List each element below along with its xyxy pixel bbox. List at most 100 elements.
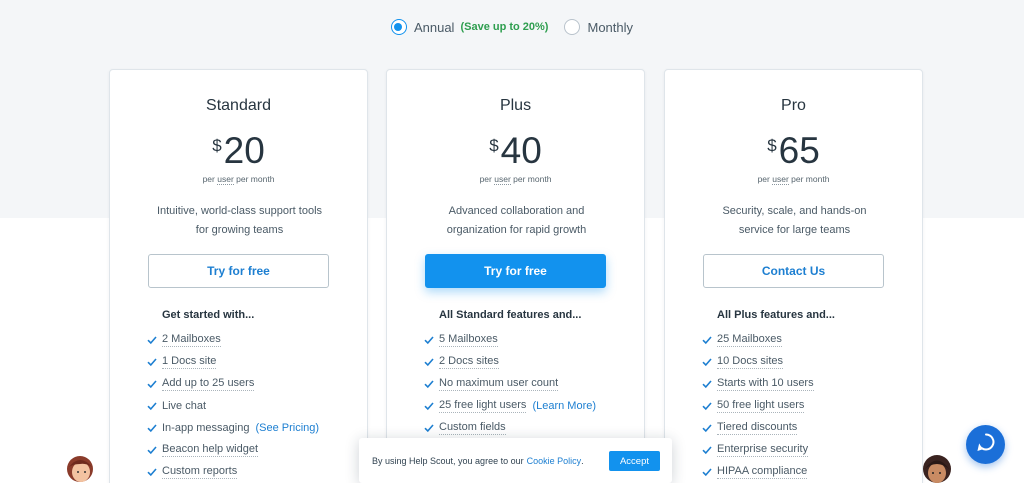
list-item: Tiered discounts bbox=[702, 417, 912, 439]
feature-text[interactable]: 5 Mailboxes bbox=[439, 333, 498, 347]
list-item: 10 Docs sites bbox=[702, 351, 912, 373]
plan-description: Security, scale, and hands-on service fo… bbox=[695, 202, 894, 240]
plan-name: Pro bbox=[781, 97, 806, 114]
feature-text[interactable]: 2 Mailboxes bbox=[162, 333, 221, 347]
check-icon bbox=[147, 467, 157, 477]
accept-button[interactable]: Accept bbox=[609, 451, 660, 471]
per-user-term[interactable]: user bbox=[494, 174, 511, 185]
list-item: Enterprise security bbox=[702, 439, 912, 461]
feature-text[interactable]: 10 Docs sites bbox=[717, 355, 784, 369]
check-icon bbox=[702, 423, 712, 433]
price-amount: 20 bbox=[223, 130, 265, 171]
list-item: In-app messaging (See Pricing) bbox=[147, 417, 357, 439]
try-for-free-button[interactable]: Try for free bbox=[425, 254, 606, 288]
desc-line-2: service for large teams bbox=[738, 224, 851, 236]
per-user-term[interactable]: user bbox=[217, 174, 234, 185]
plan-card-pro: Pro $ 65 per user per month Security, sc… bbox=[664, 69, 923, 483]
check-icon bbox=[147, 401, 157, 411]
features-heading: All Plus features and... bbox=[717, 309, 835, 321]
person-illustration-left bbox=[60, 455, 100, 483]
desc-line-1: Advanced collaboration and bbox=[448, 205, 585, 217]
check-icon bbox=[147, 335, 157, 345]
feature-text[interactable]: 1 Docs site bbox=[162, 355, 217, 369]
monthly-option[interactable]: Monthly bbox=[564, 19, 633, 35]
list-item: Beacon help widget bbox=[147, 439, 357, 461]
features-heading: Get started with... bbox=[162, 309, 255, 321]
price-period: per user per month bbox=[387, 174, 644, 185]
check-icon bbox=[702, 335, 712, 345]
per-prefix: per bbox=[757, 174, 770, 184]
feature-text[interactable]: Tiered discounts bbox=[717, 421, 798, 435]
list-item: No maximum user count bbox=[424, 373, 634, 395]
desc-line-2: for growing teams bbox=[195, 224, 284, 236]
person-illustration-right bbox=[918, 455, 958, 483]
list-item: Custom fields bbox=[424, 417, 634, 439]
per-suffix: per month bbox=[791, 174, 830, 184]
check-icon bbox=[147, 379, 157, 389]
plan-card-plus: Plus $ 40 per user per month Advanced co… bbox=[386, 69, 645, 483]
list-item: 5 Mailboxes bbox=[424, 329, 634, 351]
check-icon bbox=[702, 357, 712, 367]
see-pricing-link[interactable]: (See Pricing) bbox=[255, 422, 319, 434]
check-icon bbox=[424, 401, 434, 411]
cookie-banner: By using Help Scout, you agree to our Co… bbox=[359, 438, 672, 483]
feature-text[interactable]: HIPAA compliance bbox=[717, 465, 808, 479]
billing-toggle: Annual (Save up to 20%) Monthly bbox=[0, 19, 1024, 35]
feature-text[interactable]: 2 Docs sites bbox=[439, 355, 499, 369]
feature-list: 2 Mailboxes 1 Docs site Add up to 25 use… bbox=[147, 329, 357, 483]
list-item: 25 free light users (Learn More) bbox=[424, 395, 634, 417]
cookie-text: By using Help Scout, you agree to our bbox=[372, 455, 524, 466]
currency-symbol: $ bbox=[212, 136, 222, 155]
monthly-radio[interactable] bbox=[564, 19, 581, 35]
check-icon bbox=[147, 357, 157, 367]
check-icon bbox=[147, 423, 157, 433]
check-icon bbox=[702, 401, 712, 411]
desc-line-1: Security, scale, and hands-on bbox=[722, 205, 867, 217]
per-user-term[interactable]: user bbox=[772, 174, 789, 185]
list-item: Custom reports bbox=[147, 461, 357, 483]
list-item: 25 Mailboxes bbox=[702, 329, 912, 351]
feature-list: 5 Mailboxes 2 Docs sites No maximum user… bbox=[424, 329, 634, 439]
plan-price: $ 20 bbox=[110, 130, 367, 172]
cookie-policy-link[interactable]: Cookie Policy bbox=[527, 456, 582, 466]
check-icon bbox=[147, 445, 157, 455]
feature-text[interactable]: 50 free light users bbox=[717, 399, 805, 413]
list-item: Live chat bbox=[147, 395, 357, 417]
feature-text[interactable]: Custom fields bbox=[439, 421, 506, 435]
check-icon bbox=[424, 357, 434, 367]
plan-name: Plus bbox=[499, 97, 532, 114]
plan-price: $ 40 bbox=[387, 130, 644, 172]
list-item: Add up to 25 users bbox=[147, 373, 357, 395]
check-icon bbox=[702, 445, 712, 455]
feature-text[interactable]: 25 Mailboxes bbox=[717, 333, 782, 347]
list-item: 2 Mailboxes bbox=[147, 329, 357, 351]
help-beacon-button[interactable] bbox=[966, 425, 1005, 464]
per-prefix: per bbox=[202, 174, 215, 184]
check-icon bbox=[702, 379, 712, 389]
per-suffix: per month bbox=[513, 174, 552, 184]
cookie-period: . bbox=[581, 455, 584, 466]
feature-text[interactable]: No maximum user count bbox=[439, 377, 559, 391]
price-period: per user per month bbox=[110, 174, 367, 185]
feature-list: 25 Mailboxes 10 Docs sites Starts with 1… bbox=[702, 329, 912, 483]
feature-text[interactable]: Add up to 25 users bbox=[162, 377, 255, 391]
per-suffix: per month bbox=[236, 174, 275, 184]
annual-label: Annual bbox=[413, 19, 455, 35]
annual-option[interactable]: Annual (Save up to 20%) bbox=[390, 19, 548, 35]
learn-more-link[interactable]: (Learn More) bbox=[532, 400, 596, 412]
feature-text: Live chat bbox=[162, 399, 207, 412]
feature-text[interactable]: Starts with 10 users bbox=[717, 377, 814, 391]
per-prefix: per bbox=[479, 174, 492, 184]
desc-line-2: organization for rapid growth bbox=[446, 224, 587, 236]
check-icon bbox=[424, 379, 434, 389]
feature-text: In-app messaging bbox=[162, 421, 250, 434]
feature-text[interactable]: 25 free light users bbox=[439, 399, 527, 413]
annual-radio[interactable] bbox=[390, 19, 407, 35]
plan-price: $ 65 bbox=[665, 130, 922, 172]
feature-text[interactable]: Custom reports bbox=[162, 465, 238, 479]
price-amount: 65 bbox=[778, 130, 820, 171]
try-for-free-button[interactable]: Try for free bbox=[148, 254, 329, 288]
contact-us-button[interactable]: Contact Us bbox=[703, 254, 884, 288]
feature-text[interactable]: Beacon help widget bbox=[162, 443, 259, 457]
feature-text[interactable]: Enterprise security bbox=[717, 443, 809, 457]
